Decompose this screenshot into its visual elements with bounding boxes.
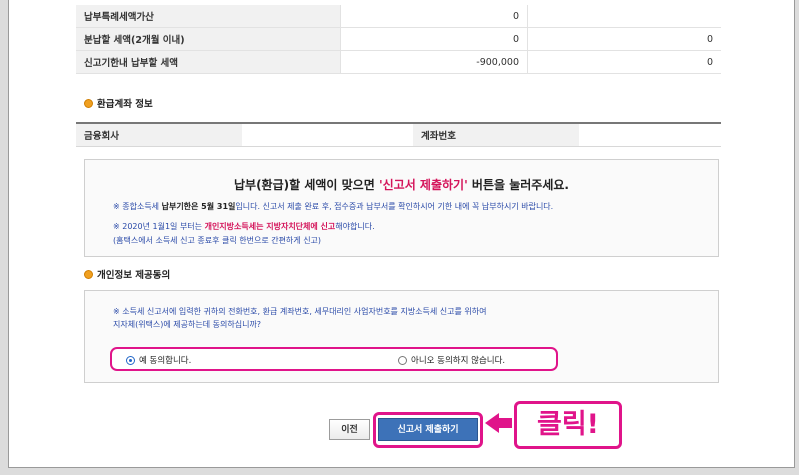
- row-value: 0: [340, 5, 528, 28]
- notice-text: 입니다. 신고서 제출 완료 후, 접수증과 납부서를 확인하시어 기한 내에 …: [235, 202, 554, 211]
- notice-local-tax-highlight: 개인지방소득세는 지방자치단체에 신고: [204, 222, 336, 231]
- consent-section-title: 개인정보 제공동의: [84, 267, 170, 281]
- notice-deadline-bold: 납부기한은 5월 31일: [161, 202, 236, 211]
- arrow-left-icon: [485, 413, 499, 433]
- account-value: [579, 123, 721, 147]
- tax-summary-table: 납부특례세액가산 0 분납할 세액(2개월 이내) 0 0 신고기한내 납부할 …: [76, 5, 721, 74]
- table-row: 금융회사 계좌번호: [76, 123, 721, 147]
- row-value: [527, 5, 721, 28]
- consent-radio-group: 예 동의합니다. 아니오 동의하지 않습니다.: [110, 347, 558, 371]
- consent-text-line: ※ 소득세 신고서에 입력한 귀하의 전화번호, 환급 계좌번호, 세무대리인 …: [113, 307, 487, 316]
- row-label: 분납할 세액(2개월 이내): [76, 27, 341, 51]
- prev-button[interactable]: 이전: [329, 419, 370, 440]
- bullet-icon: [84, 98, 93, 108]
- bank-value: [242, 123, 413, 147]
- notice-line-local-tax: ※ 2020년 1월1일 부터는 개인지방소득세는 지방자치단체에 신고해야합니…: [113, 221, 375, 232]
- bank-label: 금융회사: [76, 123, 242, 147]
- consent-text-line: 지자체(위택스)에 제공하는데 동의하십니까?: [113, 320, 262, 329]
- consent-text: ※ 소득세 신고서에 입력한 귀하의 전화번호, 환급 계좌번호, 세무대리인 …: [113, 305, 673, 331]
- table-row: 납부특례세액가산 0: [76, 5, 721, 28]
- arrow-shaft: [498, 418, 512, 428]
- refund-section-title: 환급계좌 정보: [84, 96, 153, 110]
- table-row: 신고기한내 납부할 세액 -900,000 0: [76, 50, 721, 74]
- submit-return-button[interactable]: 신고서 제출하기: [378, 418, 478, 441]
- notice-title-highlight: '신고서 제출하기': [378, 178, 468, 192]
- row-value: 0: [527, 27, 721, 51]
- notice-title-prefix: 납부(환급)할 세액이 맞으면: [233, 178, 379, 192]
- notice-line-hometax: (홈택스에서 소득세 신고 종료후 클릭 한번으로 간편하게 신고): [113, 236, 322, 245]
- notice-text: ※ 종합소득세: [113, 202, 162, 211]
- notice-text: 해야합니다.: [335, 222, 375, 231]
- radio-label[interactable]: 아니오 동의하지 않습니다.: [411, 354, 505, 366]
- radio-unselected-icon[interactable]: [398, 355, 407, 365]
- radio-selected-icon[interactable]: [126, 355, 135, 365]
- table-row: 분납할 세액(2개월 이내) 0 0: [76, 27, 721, 51]
- notice-title: 납부(환급)할 세액이 맞으면 '신고서 제출하기' 버튼을 눌러주세요.: [85, 176, 718, 193]
- notice-line-deadline: ※ 종합소득세 납부기한은 5월 31일입니다. 신고서 제출 완료 후, 접수…: [113, 201, 553, 212]
- row-value: 0: [527, 50, 721, 74]
- submit-notice-box: 납부(환급)할 세액이 맞으면 '신고서 제출하기' 버튼을 눌러주세요. ※ …: [84, 159, 719, 257]
- account-label: 계좌번호: [413, 123, 579, 147]
- section-title-text: 환급계좌 정보: [97, 99, 153, 110]
- row-value: -900,000: [340, 50, 528, 74]
- consent-no-radio[interactable]: 아니오 동의하지 않습니다.: [398, 354, 505, 366]
- refund-account-table: 금융회사 계좌번호: [76, 122, 721, 147]
- radio-label[interactable]: 예 동의합니다.: [139, 354, 191, 366]
- row-value: 0: [340, 27, 528, 51]
- notice-title-suffix: 버튼을 눌러주세요.: [467, 178, 569, 192]
- notice-text: ※ 2020년 1월1일 부터는: [113, 222, 205, 231]
- consent-yes-radio[interactable]: 예 동의합니다.: [126, 354, 191, 366]
- click-annotation: 클릭!: [514, 401, 622, 449]
- row-label: 납부특례세액가산: [76, 5, 341, 28]
- row-label: 신고기한내 납부할 세액: [76, 50, 341, 74]
- section-title-text: 개인정보 제공동의: [97, 270, 171, 281]
- bullet-icon: [84, 269, 93, 279]
